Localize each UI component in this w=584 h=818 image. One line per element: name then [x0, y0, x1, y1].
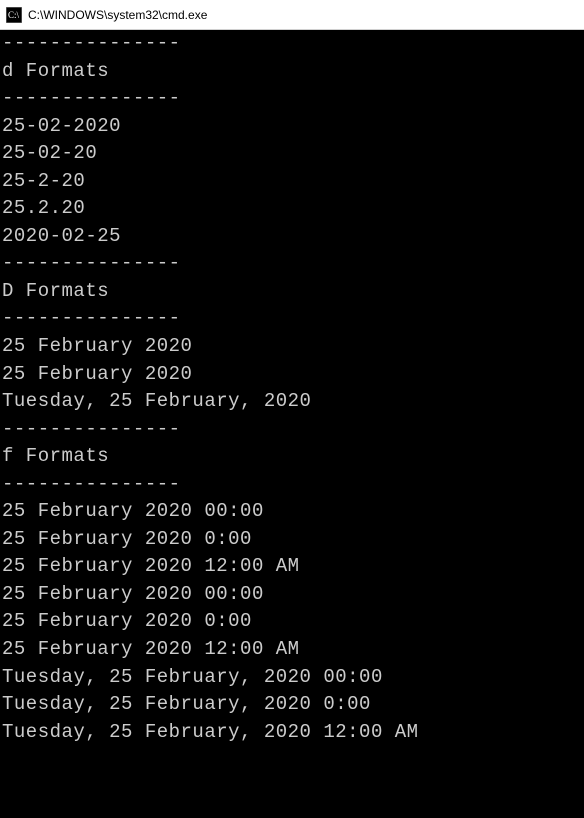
console-line: 25 February 2020 0:00 — [2, 608, 582, 636]
console-line: 25-02-2020 — [2, 113, 582, 141]
console-output[interactable]: ---------------d Formats---------------2… — [0, 30, 584, 818]
console-line: 25 February 2020 0:00 — [2, 526, 582, 554]
console-line: --------------- — [2, 250, 582, 278]
window-title-bar[interactable]: C:\ C:\WINDOWS\system32\cmd.exe — [0, 0, 584, 30]
console-line: 25-2-20 — [2, 168, 582, 196]
console-line: --------------- — [2, 305, 582, 333]
console-line: 25.2.20 — [2, 195, 582, 223]
console-line: --------------- — [2, 471, 582, 499]
console-line: Tuesday, 25 February, 2020 12:00 AM — [2, 719, 582, 747]
svg-text:C:\: C:\ — [8, 10, 20, 20]
console-line: --------------- — [2, 416, 582, 444]
console-line: d Formats — [2, 58, 582, 86]
console-line: 25 February 2020 00:00 — [2, 498, 582, 526]
console-line: --------------- — [2, 30, 582, 58]
console-line: f Formats — [2, 443, 582, 471]
console-line: Tuesday, 25 February, 2020 0:00 — [2, 691, 582, 719]
console-line: Tuesday, 25 February, 2020 — [2, 388, 582, 416]
console-line: 25 February 2020 00:00 — [2, 581, 582, 609]
console-line: Tuesday, 25 February, 2020 00:00 — [2, 664, 582, 692]
console-line: 25 February 2020 — [2, 333, 582, 361]
console-line: 25-02-20 — [2, 140, 582, 168]
console-line: 25 February 2020 — [2, 361, 582, 389]
console-line: 25 February 2020 12:00 AM — [2, 636, 582, 664]
cmd-icon: C:\ — [6, 7, 22, 23]
console-line: 25 February 2020 12:00 AM — [2, 553, 582, 581]
console-line: 2020-02-25 — [2, 223, 582, 251]
console-line: D Formats — [2, 278, 582, 306]
console-line: --------------- — [2, 85, 582, 113]
window-title: C:\WINDOWS\system32\cmd.exe — [28, 8, 207, 22]
